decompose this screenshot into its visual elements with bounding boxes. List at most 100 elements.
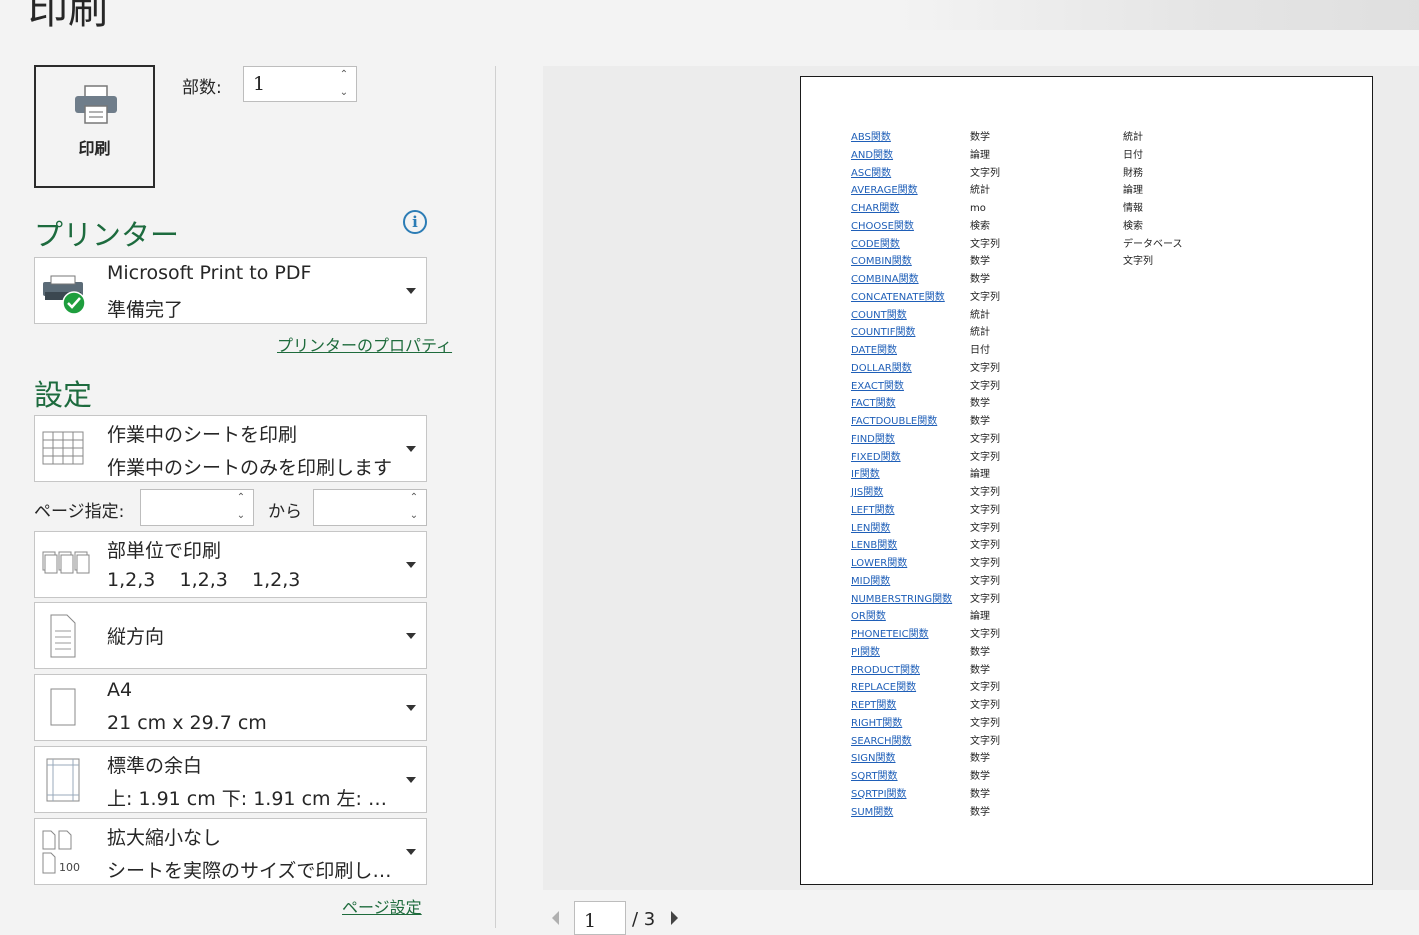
category-cell: 論理 <box>970 469 990 481</box>
page-setup-link[interactable]: ページ設定 <box>342 894 422 918</box>
category-cell: 文字列 <box>970 540 1000 552</box>
copies-down-icon[interactable]: ⌄ <box>338 87 350 99</box>
category-cell: 数学 <box>970 256 990 268</box>
info-icon[interactable]: i <box>403 210 427 234</box>
orientation-title: 縦方向 <box>107 626 165 648</box>
category-cell: 統計 <box>970 185 990 197</box>
category-list-cell: 財務 <box>1123 167 1143 179</box>
category-cell: 文字列 <box>970 522 1000 534</box>
function-name-cell: ABS関数 <box>851 132 891 143</box>
category-cell: 文字列 <box>970 238 1000 250</box>
function-name-cell: COMBINA関数 <box>851 274 919 285</box>
category-list-cell: 統計 <box>1123 132 1143 143</box>
previous-page-icon[interactable] <box>552 911 559 925</box>
print-button-label: 印刷 <box>78 139 111 158</box>
category-cell: 数学 <box>970 664 990 676</box>
print-what-title: 作業中のシートを印刷 <box>107 424 298 446</box>
printer-dropdown[interactable]: Microsoft Print to PDF 準備完了 <box>34 257 427 324</box>
print-what-dropdown[interactable]: 作業中のシートを印刷 作業中のシートのみを印刷します <box>34 415 427 482</box>
scaling-title: 拡大縮小なし <box>107 827 222 849</box>
chevron-down-icon <box>406 633 416 639</box>
copies-up-icon[interactable]: ⌃ <box>338 69 350 81</box>
category-cell: 文字列 <box>970 593 1000 605</box>
function-name-cell: FACT関数 <box>851 398 896 410</box>
category-cell: 数学 <box>970 771 990 782</box>
category-cell: 文字列 <box>970 291 1000 303</box>
chevron-down-icon <box>406 562 416 568</box>
category-list-cell: 情報 <box>1123 203 1143 214</box>
next-page-icon[interactable] <box>671 911 678 925</box>
print-preview-page: ABS関数 AND関数 ASC関数 AVERAGE関数 CHAR関数 CHOOSE関数 CO… <box>800 76 1373 885</box>
function-name-cell: CHOOSE関数 <box>851 220 914 232</box>
chevron-down-icon <box>406 705 416 711</box>
category-list-cell: データベース <box>1123 238 1183 250</box>
category-cell: 文字列 <box>970 682 1000 694</box>
chevron-down-icon <box>406 849 416 855</box>
scaling-dropdown[interactable]: 100 拡大縮小なし シートを実際のサイズで印刷します <box>34 818 427 885</box>
pages-from-input[interactable]: ⌃ ⌄ <box>140 489 254 526</box>
printer-name: Microsoft Print to PDF <box>107 262 312 284</box>
collate-title: 部単位で印刷 <box>107 540 222 562</box>
function-name-cell: IF関数 <box>851 469 880 481</box>
function-name-cell: CODE関数 <box>851 238 900 250</box>
printer-status: 準備完了 <box>107 299 184 321</box>
category-cell: 数学 <box>970 132 990 143</box>
function-name-cell: LENB関数 <box>851 540 898 552</box>
category-cell: 日付 <box>970 345 990 356</box>
category-cell: 文字列 <box>970 362 1000 374</box>
function-name-cell: COUNTIF関数 <box>851 327 916 339</box>
page-number-value: 1 <box>584 910 597 932</box>
settings-section-title: 設定 <box>34 378 93 412</box>
function-name-cell: EXACT関数 <box>851 380 904 392</box>
printer-properties-link[interactable]: プリンターのプロパティ <box>277 332 452 356</box>
portrait-page-icon <box>50 614 76 658</box>
category-cell: mo <box>970 203 986 214</box>
function-name-cell: SQRT関数 <box>851 771 898 782</box>
category-cell: 数学 <box>970 416 990 427</box>
copies-value: 1 <box>253 73 266 95</box>
paper-size-dropdown[interactable]: A4 21 cm x 29.7 cm <box>34 674 427 741</box>
category-cell: 文字列 <box>970 558 1000 569</box>
pages-label: ページ指定: <box>34 502 125 522</box>
function-name-cell: REPLACE関数 <box>851 682 917 694</box>
pages-from-up-icon[interactable]: ⌃ <box>235 492 247 504</box>
paper-size-icon <box>50 688 76 726</box>
copies-label: 部数: <box>182 78 222 98</box>
function-name-cell: PRODUCT関数 <box>851 664 920 676</box>
function-name-cell: REPT関数 <box>851 700 897 711</box>
category-cell: 文字列 <box>970 735 1000 747</box>
pages-from-down-icon[interactable]: ⌄ <box>235 510 247 522</box>
print-button[interactable]: 印刷 <box>34 65 155 188</box>
pages-to-up-icon[interactable]: ⌃ <box>408 492 420 504</box>
printer-section-title: プリンター <box>34 218 180 252</box>
copies-input[interactable]: 1 ⌃ ⌄ <box>243 66 357 102</box>
function-name-cell: PI関数 <box>851 646 880 658</box>
function-name-cell: MID関数 <box>851 575 891 587</box>
function-name-cell: FIND関数 <box>851 433 895 445</box>
page-title: 印刷 <box>28 0 108 33</box>
pages-to-down-icon[interactable]: ⌄ <box>408 510 420 522</box>
page-number-input[interactable]: 1 <box>574 901 626 935</box>
pages-to-input[interactable]: ⌃ ⌄ <box>313 489 427 526</box>
category-list-cell: 論理 <box>1123 185 1143 197</box>
category-cell: 文字列 <box>970 380 1000 392</box>
chevron-down-icon <box>406 777 416 783</box>
margins-dropdown[interactable]: 標準の余白 上: 1.91 cm 下: 1.91 cm 左: 1.78 cm 右… <box>34 746 427 813</box>
category-cell: 文字列 <box>970 700 1000 711</box>
category-list-cell: 日付 <box>1123 149 1143 161</box>
function-name-cell: SIGN関数 <box>851 753 896 765</box>
scaling-icon: 100 <box>42 830 80 874</box>
function-name-cell: LOWER関数 <box>851 558 908 569</box>
scaling-desc: シートを実際のサイズで印刷します <box>107 860 397 882</box>
svg-text:100: 100 <box>59 861 80 874</box>
function-name-cell: LEN関数 <box>851 522 891 534</box>
category-cell: 数学 <box>970 806 990 818</box>
orientation-dropdown[interactable]: 縦方向 <box>34 602 427 669</box>
category-cell: 論理 <box>970 149 990 161</box>
function-name-cell: PHONETEIC関数 <box>851 629 929 640</box>
category-cell: 数学 <box>970 398 990 410</box>
category-cell: 数学 <box>970 788 990 800</box>
margins-icon <box>46 758 80 802</box>
function-name-cell: FACTDOUBLE関数 <box>851 416 938 427</box>
collate-dropdown[interactable]: 部単位で印刷 1,2,3 1,2,3 1,2,3 <box>34 531 427 598</box>
